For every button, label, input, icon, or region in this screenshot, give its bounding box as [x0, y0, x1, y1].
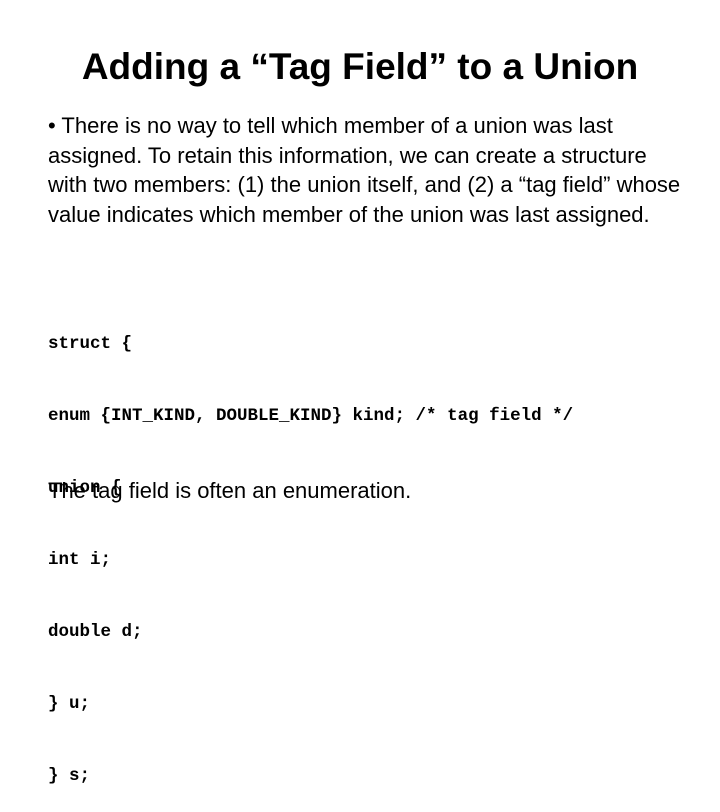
code-line: double d; [48, 622, 143, 642]
code-line: struct { [48, 334, 133, 354]
code-line: } s; [48, 766, 91, 786]
bullet-text: • There is no way to tell which member o… [48, 113, 681, 227]
code-line: } u; [48, 694, 91, 714]
slide-title: Adding a “Tag Field” to a Union [81, 46, 639, 87]
bullet-paragraph: • There is no way to tell which member o… [48, 111, 688, 229]
code-line: enum {INT_KIND, DOUBLE_KIND} kind; /* ta… [48, 406, 574, 426]
code-line: int i; [48, 550, 112, 570]
footer-note: The tag field is often an enumeration. [48, 478, 412, 503]
code-block: struct { enum {INT_KIND, DOUBLE_KIND} ki… [48, 284, 573, 812]
